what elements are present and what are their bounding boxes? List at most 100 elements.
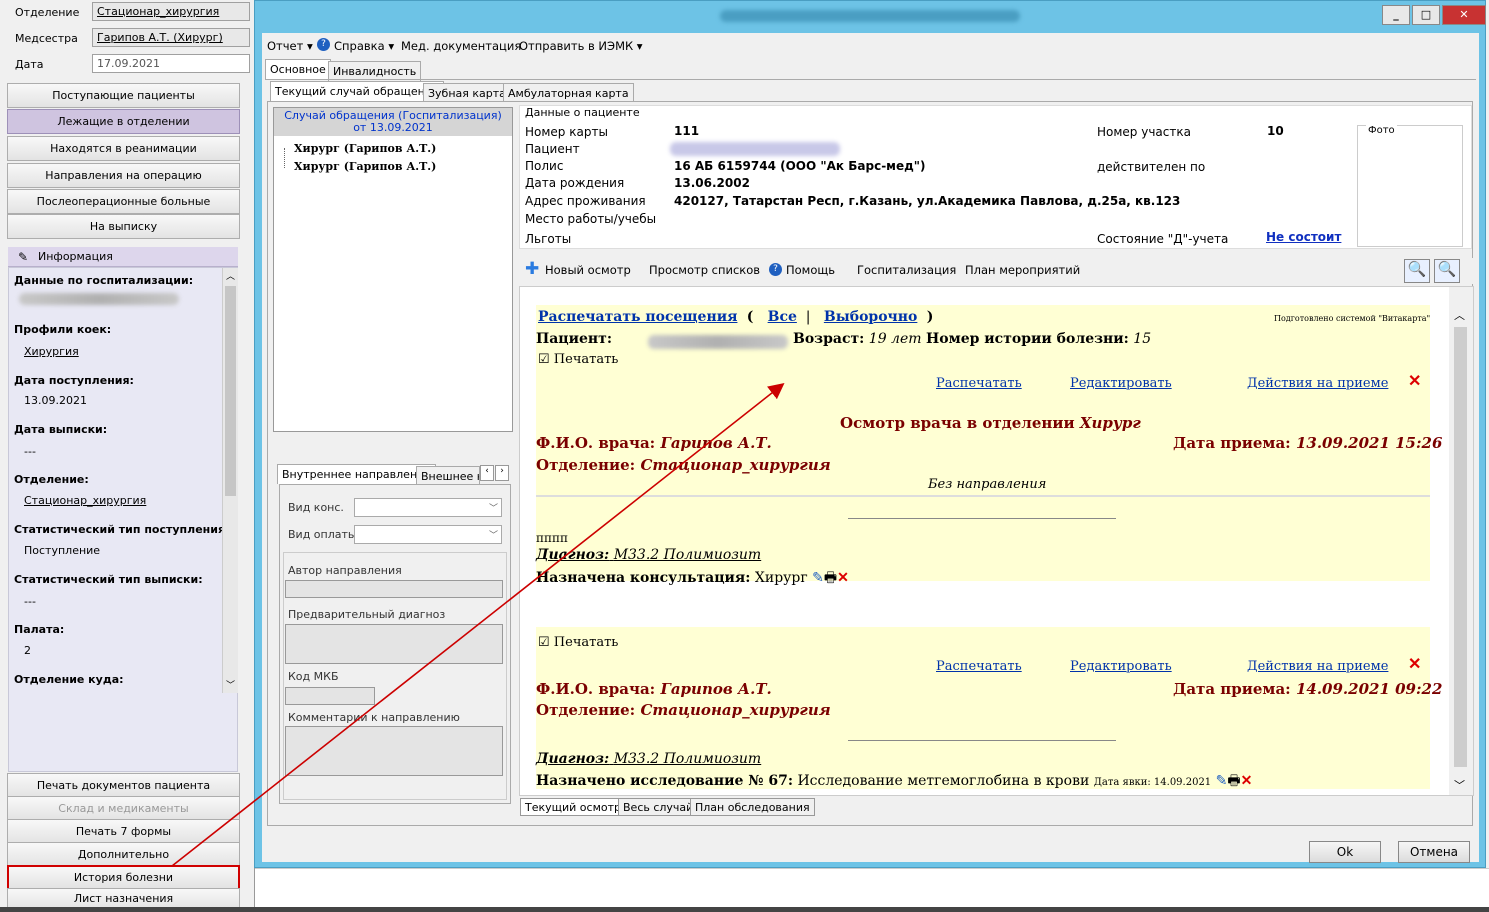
printer-icon[interactable]: 🖶 [1227,773,1240,789]
comment-field[interactable] [285,726,503,776]
zoom-in-icon[interactable]: 🔍 [1404,259,1430,283]
case-header[interactable]: Случай обращения (Госпитализация) от 13.… [274,108,512,136]
patient-name-blurred [670,142,840,156]
hospitalization-button[interactable]: Госпитализация [857,263,956,277]
scroll-thumb[interactable] [1454,327,1467,767]
delete-icon[interactable]: ✕ [1408,654,1421,673]
print-docs-button[interactable]: Печать документов пациента [7,773,240,798]
menu-help[interactable]: Справка ▾ [334,39,394,53]
all-link[interactable]: Все [768,309,797,325]
ok-button[interactable]: Ok [1309,841,1381,863]
edit-link[interactable]: Редактировать [1070,376,1172,391]
chevron-up-icon[interactable]: ︿ [1454,307,1465,323]
viewer-scrollbar[interactable]: ︿ ﹀ [1449,287,1473,795]
actions-link[interactable]: Действия на приеме [1247,659,1388,674]
nurse-value[interactable]: Гарипов А.Т. (Хирург) [92,28,250,47]
menu-meddoc[interactable]: Мед. документация [401,39,521,53]
info-scrollbar[interactable]: ︿ ﹀ [222,268,238,693]
print-form7-button[interactable]: Печать 7 формы [7,819,240,844]
plan-button[interactable]: План мероприятий [965,263,1080,277]
tab-main[interactable]: Основное [265,59,331,79]
kind-select[interactable]: ﹀ [354,498,502,517]
extra-button[interactable]: Дополнительно [7,842,240,867]
tab-external-dir[interactable]: Внешнее на [416,466,480,486]
warehouse-button[interactable]: Склад и медикаменты [7,796,240,821]
divider [848,740,1116,741]
pay-select[interactable]: ﹀ [354,525,502,544]
date-input[interactable]: 17.09.2021 [92,54,250,73]
card-label: Номер карты [525,125,608,139]
taskbar-strip [0,907,1489,912]
chevron-right-icon[interactable]: › [495,465,509,481]
background-sheet [255,868,1489,912]
tree-item[interactable]: Хирург (Гарипов А.Т.) [294,160,436,173]
d-value-link[interactable]: Не состоит [1266,230,1341,244]
close-icon[interactable]: ✕ [1442,5,1486,25]
tab-internal-dir[interactable]: Внутреннее направление [277,464,437,484]
tree-item[interactable]: Хирург (Гарипов А.Т.) [294,142,436,155]
dept-value[interactable]: Стационар_хирургия [24,494,146,507]
doctor-value: Гарипов А.Т. [660,680,772,698]
nav-reanimation[interactable]: Находятся в реанимации [7,136,240,161]
field-label: Дата [15,58,44,71]
age-label: Возраст: [793,331,865,347]
history-button[interactable]: История болезни [7,865,240,890]
delete-icon[interactable]: ✕ [837,570,849,586]
diagnosis-line: Диагноз: М33.2 Полимиозит [536,751,761,767]
nav-operation[interactable]: Направления на операцию [7,163,240,188]
printer-icon[interactable]: 🖶 [824,570,837,586]
delete-icon[interactable]: ✕ [1241,773,1253,789]
print-link[interactable]: Распечатать [936,659,1022,674]
tab-current-case[interactable]: Текущий случай обращения [270,81,444,101]
help-icon: ? [769,263,782,276]
department-value[interactable]: Стационар_хирургия [92,2,250,21]
menu-report[interactable]: Отчет ▾ [267,39,313,53]
address-label: Адрес проживания [525,194,646,208]
author-field[interactable] [285,580,503,598]
stat-in-value: Поступление [24,544,101,557]
profiles-value[interactable]: Хирургия [24,345,79,358]
new-exam-button[interactable]: Новый осмотр [545,263,631,277]
edit-link[interactable]: Редактировать [1070,659,1172,674]
minimize-button[interactable]: _ [1382,5,1410,25]
view-lists-button[interactable]: Просмотр списков [649,263,760,277]
zoom-out-icon[interactable]: 🔍 [1434,259,1460,283]
nav-postop[interactable]: Послеоперационные больные [7,189,240,214]
nav-incoming[interactable]: Поступающие пациенты [7,83,240,108]
tab-ambulatory[interactable]: Амбулаторная карта [503,83,634,103]
nav-in-department[interactable]: Лежащие в отделении [7,109,240,134]
scroll-thumb[interactable] [225,286,236,496]
date-line: Дата приема: 14.09.2021 09:22 [1173,680,1442,698]
field-label: Отделение [15,6,80,19]
tab-disability[interactable]: Инвалидность [328,61,422,81]
tab-whole-case[interactable]: Весь случай [618,798,699,816]
tab-current-exam[interactable]: Текущий осмотр [520,798,626,816]
menu-iemk[interactable]: Отправить в ИЭМК ▾ [519,39,643,53]
chevron-left-icon[interactable]: ‹ [480,465,494,481]
chevron-up-icon[interactable]: ︿ [226,269,235,282]
edit-icon[interactable]: ✎ [1216,773,1228,789]
print-checkbox[interactable]: ☑ Печатать [538,352,618,367]
print-link[interactable]: Распечатать [936,376,1022,391]
photo-label: Фото [1366,125,1397,136]
nav-discharge[interactable]: На выписку [7,214,240,239]
print-visits-link[interactable]: Распечатать посещения [538,309,737,325]
print-checkbox[interactable]: ☑ Печатать [538,635,618,650]
selective-link[interactable]: Выборочно [824,309,918,325]
edit-icon[interactable]: ✎ [812,570,824,586]
help-button[interactable]: Помощь [786,263,835,277]
cancel-button[interactable]: Отмена [1398,841,1470,863]
mkb-field[interactable] [285,687,375,705]
photo-box[interactable]: Фото [1357,125,1463,247]
tab-exam-plan[interactable]: План обследования [690,798,815,816]
prediag-field[interactable] [285,624,503,664]
info-header[interactable]: ✎ Информация [8,247,238,267]
chevron-down-icon[interactable]: ﹀ [226,678,235,691]
chevron-down-icon[interactable]: ﹀ [1454,777,1465,793]
doctor-label: Ф.И.О. врача: [536,680,656,698]
tab-dental[interactable]: Зубная карта [423,83,511,103]
delete-icon[interactable]: ✕ [1408,371,1421,390]
actions-link[interactable]: Действия на приеме [1247,376,1388,391]
maximize-button[interactable]: □ [1412,5,1440,25]
dept-label: Отделение: [536,701,636,719]
